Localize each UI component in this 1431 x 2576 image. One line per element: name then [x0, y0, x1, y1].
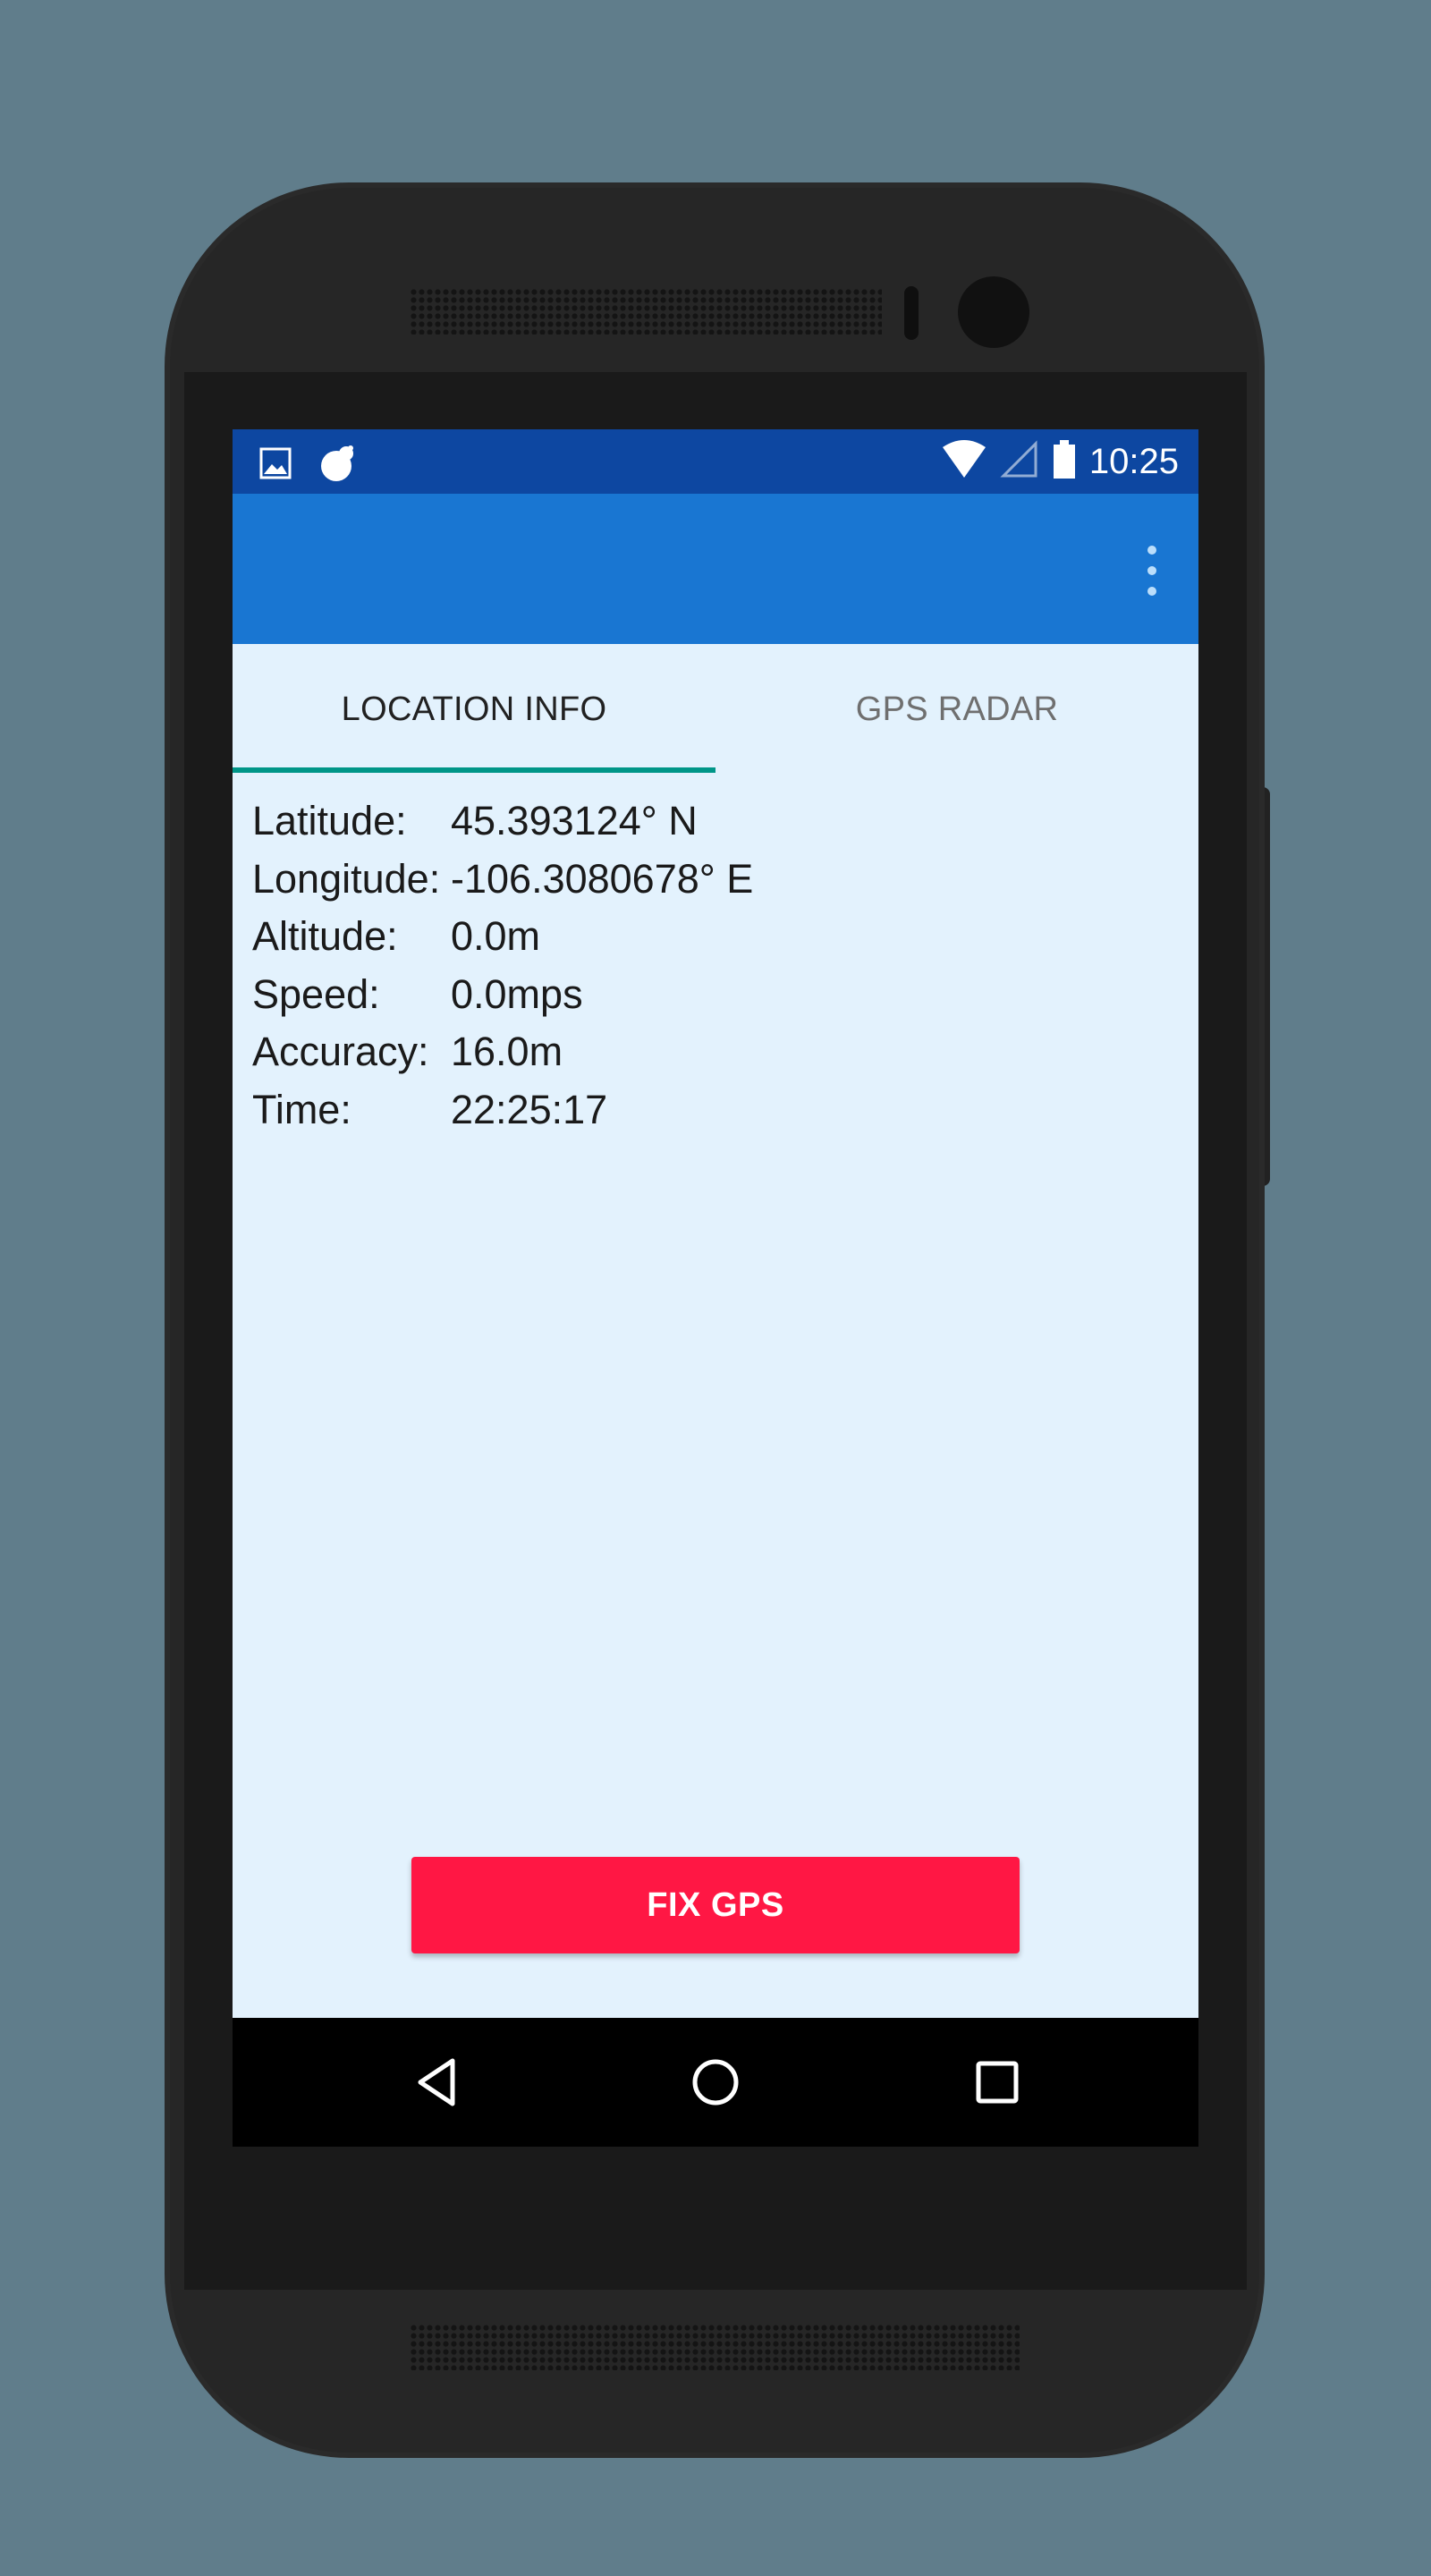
tab-indicator	[233, 767, 716, 773]
location-info-list: Latitude: 45.393124° N Longitude: -106.3…	[252, 792, 753, 1139]
recents-icon[interactable]	[970, 2055, 1024, 2109]
front-camera	[958, 276, 1029, 348]
time-label: Time:	[252, 1086, 351, 1132]
speed-row: Speed: 0.0mps	[252, 966, 753, 1024]
time-row: Time: 22:25:17	[252, 1081, 753, 1140]
speed-label: Speed:	[252, 970, 380, 1017]
more-vert-icon[interactable]	[1143, 546, 1161, 596]
latitude-value: 45.393124° N	[451, 798, 698, 843]
longitude-row: Longitude: -106.3080678° E	[252, 851, 753, 909]
tab-location-info[interactable]: LOCATION INFO	[233, 644, 716, 773]
proximity-sensor	[904, 286, 919, 340]
home-icon[interactable]	[689, 2055, 742, 2109]
altitude-row: Altitude: 0.0m	[252, 908, 753, 966]
altitude-value: 0.0m	[451, 913, 541, 959]
latitude-label: Latitude:	[252, 798, 407, 843]
app-bar	[233, 494, 1198, 644]
accuracy-value: 16.0m	[451, 1029, 563, 1074]
status-bar: 10:25	[233, 429, 1198, 494]
wifi-icon	[941, 439, 987, 484]
speed-value: 0.0mps	[451, 970, 583, 1017]
altitude-label: Altitude:	[252, 913, 398, 959]
navigation-bar	[233, 2018, 1198, 2147]
longitude-label: Longitude:	[252, 855, 441, 902]
cell-signal-icon	[1000, 439, 1039, 484]
fix-gps-button[interactable]: FIX GPS	[411, 1857, 1020, 1953]
back-icon[interactable]	[411, 2055, 465, 2109]
time-value: 22:25:17	[451, 1086, 608, 1132]
phone-screen: 10:25 LOCATION INFO GPS RADAR Latitude: …	[233, 429, 1198, 2147]
image-icon	[259, 447, 292, 484]
latitude-row: Latitude: 45.393124° N	[252, 792, 753, 851]
tab-gps-radar[interactable]: GPS RADAR	[716, 644, 1198, 773]
app-notification-icon	[318, 444, 358, 487]
accuracy-label: Accuracy:	[252, 1029, 429, 1074]
accuracy-row: Accuracy: 16.0m	[252, 1023, 753, 1081]
battery-icon	[1052, 439, 1077, 485]
tab-bar: LOCATION INFO GPS RADAR	[233, 644, 1198, 773]
bottom-speaker-grille	[410, 2324, 1020, 2370]
longitude-value: -106.3080678° E	[451, 855, 754, 902]
status-clock: 10:25	[1088, 442, 1179, 481]
top-speaker-grille	[410, 288, 882, 335]
